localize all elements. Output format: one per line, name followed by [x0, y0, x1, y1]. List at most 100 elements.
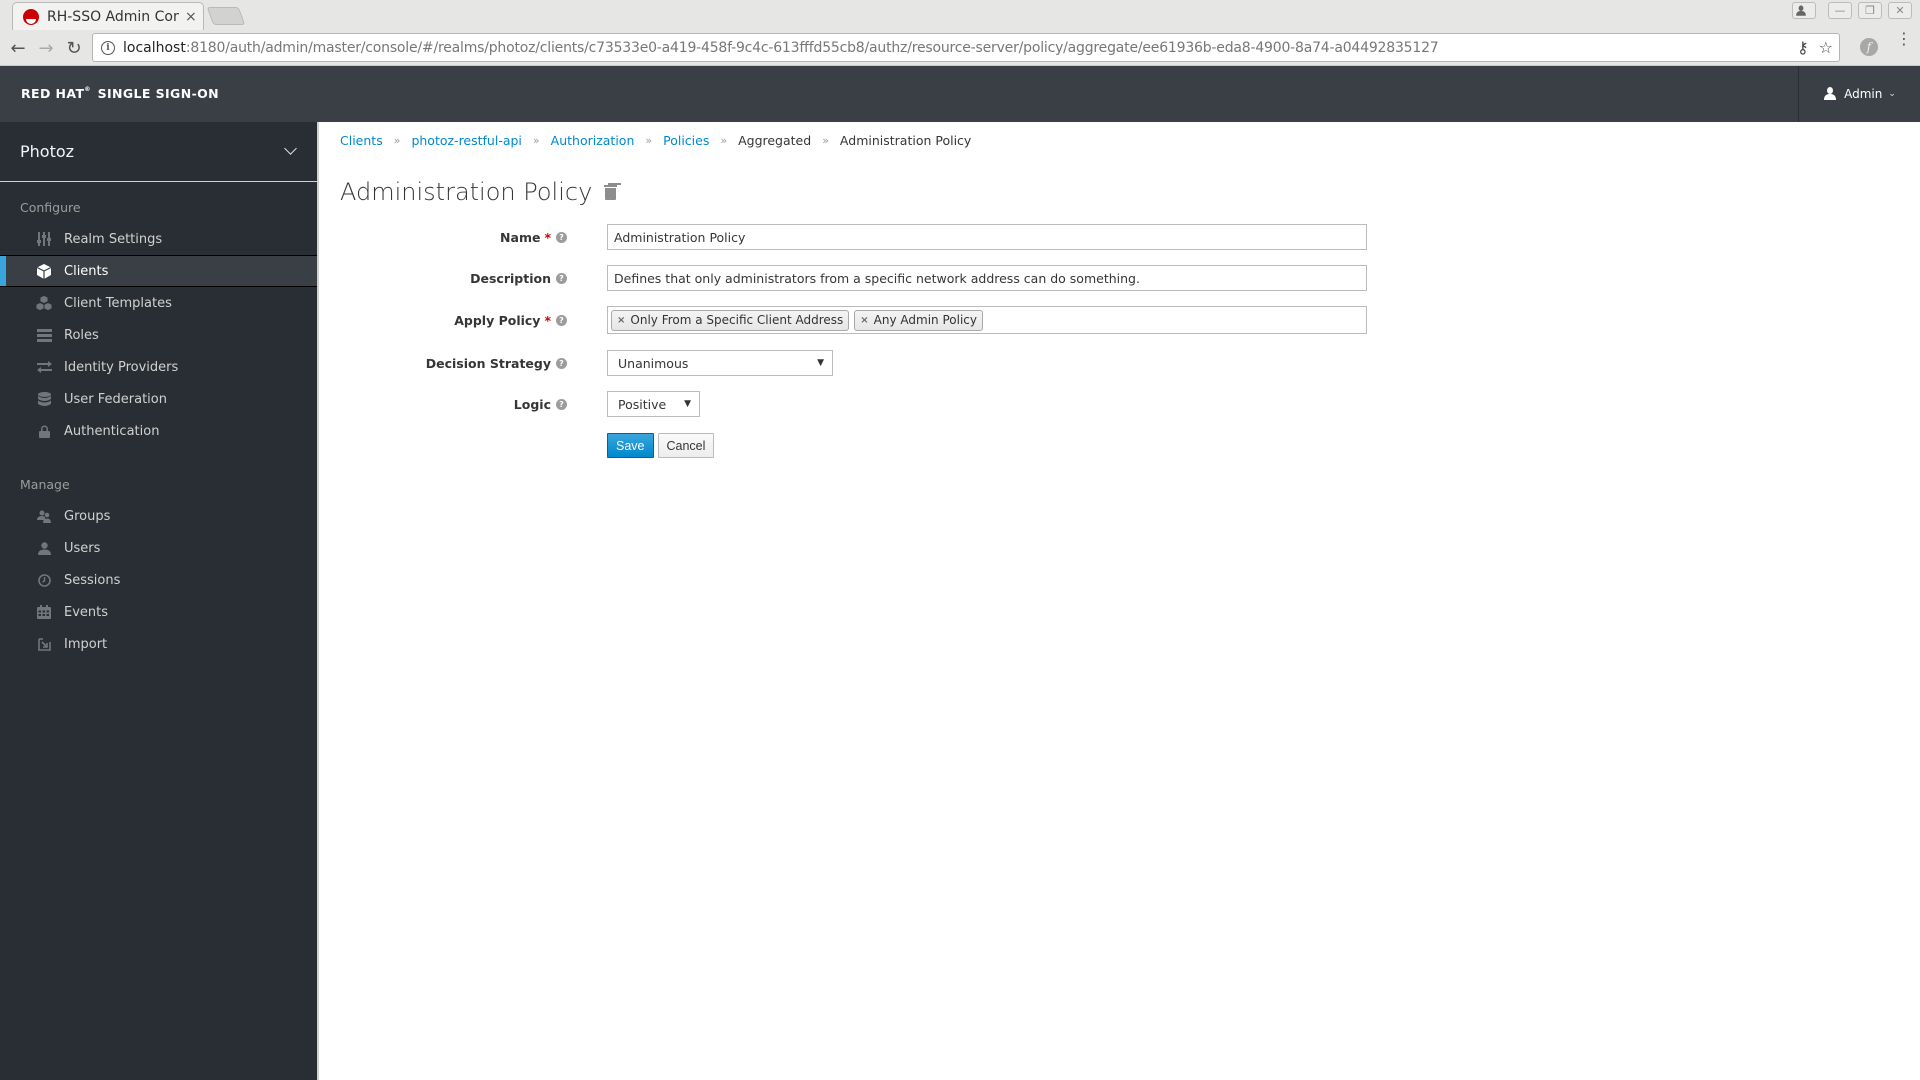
sidebar-item-authentication[interactable]: Authentication [0, 415, 317, 447]
sidebar-item-label: Authentication [64, 423, 160, 439]
navigation-bar: ← → ↻ i localhost:8180/auth/admin/master… [0, 30, 1920, 66]
sidebar-item-user-federation[interactable]: User Federation [0, 383, 317, 415]
form-row-apply-policy: Apply Policy * ? × Only From a Specific … [321, 306, 1421, 334]
site-info-icon[interactable]: i [101, 40, 115, 55]
policy-tag-label: Only From a Specific Client Address [630, 313, 844, 327]
decision-strategy-select[interactable]: Unanimous ▼ [607, 350, 833, 376]
tab-title: RH-SSO Admin Cons [47, 8, 179, 25]
logic-label-text: Logic [513, 396, 551, 412]
remove-tag-icon[interactable]: × [860, 315, 868, 326]
sidebar-item-events[interactable]: Events [0, 596, 317, 628]
sidebar-item-clients[interactable]: Clients [0, 255, 317, 287]
caret-down-icon: ▼ [684, 399, 691, 409]
help-icon[interactable]: ? [556, 314, 567, 326]
help-icon[interactable]: ? [556, 231, 567, 243]
trash-icon[interactable] [604, 183, 618, 200]
sidebar-item-roles[interactable]: Roles [0, 319, 317, 351]
breadcrumb-authorization[interactable]: Authorization [551, 133, 635, 148]
save-button[interactable]: Save [607, 433, 654, 458]
brand-part2: SINGLE SIGN-ON [97, 86, 220, 101]
help-icon[interactable]: ? [556, 398, 567, 410]
exchange-icon [36, 359, 52, 375]
users-icon [36, 508, 52, 524]
sidebar-item-label: Realm Settings [64, 231, 163, 247]
sidebar-item-realm-settings[interactable]: Realm Settings [0, 223, 317, 255]
name-input[interactable]: Administration Policy [607, 224, 1367, 250]
form-actions: Save Cancel [321, 433, 1421, 458]
form-row-decision-strategy: Decision Strategy ? Unanimous ▼ [321, 350, 1421, 376]
user-label: Admin [1844, 87, 1883, 101]
policy-tag: × Any Admin Policy [854, 309, 983, 331]
logic-label: Logic ? [321, 397, 567, 412]
sidebar-item-label: Groups [64, 508, 111, 524]
form-row-description: Description ? Defines that only administ… [321, 265, 1421, 291]
section-title-configure: Configure [20, 200, 81, 215]
cubes-icon [36, 295, 52, 311]
sidebar-item-label: Events [64, 604, 109, 620]
breadcrumb-policies[interactable]: Policies [663, 133, 709, 148]
apply-policy-multiselect[interactable]: × Only From a Specific Client Address × … [607, 306, 1367, 334]
sidebar-item-client-templates[interactable]: Client Templates [0, 287, 317, 319]
required-mark: * [544, 312, 551, 328]
description-input[interactable]: Defines that only administrators from a … [607, 265, 1367, 291]
breadcrumb-clients[interactable]: Clients [340, 133, 383, 148]
sidebar-item-label: Clients [64, 263, 109, 279]
sidebar-item-users[interactable]: Users [0, 532, 317, 564]
sidebar-item-identity-providers[interactable]: Identity Providers [0, 351, 317, 383]
key-icon[interactable]: ⚷ [1797, 38, 1809, 57]
brand-trademark: ® [84, 86, 91, 93]
tab-close-icon[interactable]: × [185, 9, 197, 25]
breadcrumb-separator: » [645, 134, 653, 147]
form-row-logic: Logic ? Positive ▼ [321, 391, 1421, 417]
profile-button[interactable] [1792, 2, 1816, 19]
realm-selector[interactable]: Photoz [0, 122, 317, 182]
list-icon [36, 327, 52, 343]
calendar-icon [36, 604, 52, 620]
decision-strategy-label: Decision Strategy ? [321, 356, 567, 371]
reload-button[interactable]: ↻ [60, 34, 88, 62]
page-title-text: Administration Policy [340, 178, 593, 206]
forward-button[interactable]: → [32, 34, 60, 62]
close-window-button[interactable]: ✕ [1888, 2, 1912, 19]
caret-down-icon: ▼ [817, 358, 824, 368]
new-tab-button[interactable] [206, 7, 246, 25]
remove-tag-icon[interactable]: × [617, 315, 625, 326]
clock-icon [36, 572, 52, 588]
database-icon [36, 391, 52, 407]
logic-select[interactable]: Positive ▼ [607, 391, 700, 417]
realm-name: Photoz [20, 142, 75, 161]
browser-tab[interactable]: RH-SSO Admin Cons × [12, 2, 204, 30]
description-label-text: Description [470, 270, 551, 286]
breadcrumb: Clients » photoz-restful-api » Authoriza… [340, 133, 971, 148]
import-icon [36, 636, 52, 652]
minimize-button[interactable]: — [1828, 2, 1852, 19]
user-icon [1823, 87, 1837, 101]
user-menu[interactable]: Admin ⌄ [1798, 66, 1920, 122]
lock-icon [36, 423, 52, 439]
breadcrumb-client[interactable]: photoz-restful-api [411, 133, 521, 148]
sidebar-item-sessions[interactable]: Sessions [0, 564, 317, 596]
decision-strategy-label-text: Decision Strategy [425, 355, 551, 371]
brand-logo[interactable]: RED HAT® SINGLE SIGN-ON [21, 86, 219, 101]
sidebar-item-label: Identity Providers [64, 359, 179, 375]
name-label-text: Name [500, 229, 541, 245]
url-path: :8180/auth/admin/master/console/#/realms… [185, 39, 1439, 56]
main-content: Clients » photoz-restful-api » Authoriza… [321, 122, 1920, 1080]
bookmark-star-icon[interactable]: ☆ [1819, 38, 1833, 57]
sidebar-item-groups[interactable]: Groups [0, 500, 317, 532]
apply-policy-label-text: Apply Policy [454, 312, 541, 328]
description-label: Description ? [321, 271, 567, 286]
sidebar-item-label: Sessions [64, 572, 121, 588]
profile-icon [1795, 4, 1806, 16]
help-icon[interactable]: ? [556, 357, 567, 369]
tab-strip: RH-SSO Admin Cons × — ❐ ✕ [0, 0, 1920, 30]
fedora-extension-icon[interactable]: f [1860, 38, 1878, 56]
cancel-button[interactable]: Cancel [657, 433, 715, 458]
back-button[interactable]: ← [4, 34, 32, 62]
browser-menu-icon[interactable]: ⋮ [1896, 31, 1912, 47]
help-icon[interactable]: ? [556, 272, 567, 284]
sidebar-item-import[interactable]: Import [0, 628, 317, 660]
redhat-favicon-icon [23, 8, 39, 25]
address-bar[interactable]: i localhost:8180/auth/admin/master/conso… [92, 33, 1840, 62]
restore-button[interactable]: ❐ [1858, 2, 1882, 19]
